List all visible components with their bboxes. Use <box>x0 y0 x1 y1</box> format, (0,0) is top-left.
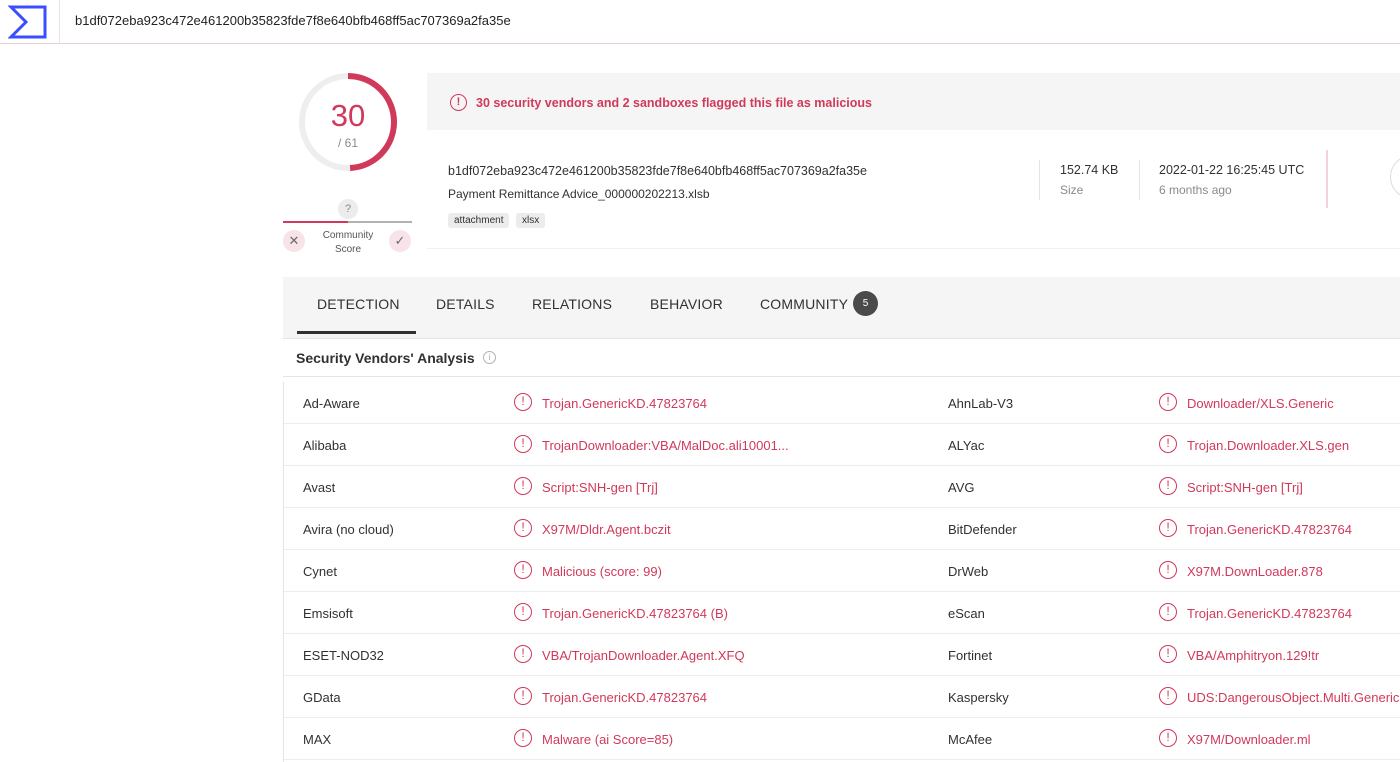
detection-result[interactable]: Trojan.GenericKD.47823764 (B) <box>542 606 728 621</box>
detection-result[interactable]: X97M.DownLoader.878 <box>1187 564 1323 579</box>
table-row: ESET-NOD32! VBA/TrojanDownloader.Agent.XF… <box>284 634 1400 676</box>
vendor-name: AhnLab-V3 <box>948 396 1014 411</box>
section-title: Security Vendors' Analysis <box>296 350 475 366</box>
vendor-name: Alibaba <box>303 438 347 453</box>
vendor-name: Ad-Aware <box>303 396 360 411</box>
table-divider <box>283 376 1400 377</box>
tag-attachment[interactable]: attachment <box>448 213 510 228</box>
alert-icon: ! <box>514 393 532 411</box>
community-score-value: ? <box>338 199 358 219</box>
detection-result[interactable]: Trojan.Downloader.XLS.gen <box>1187 438 1349 453</box>
analysis-date-relative: 6 months ago <box>1159 183 1232 197</box>
upvote-button[interactable]: ✓ <box>389 230 411 252</box>
tab-details[interactable]: DETAILS <box>436 296 495 312</box>
vendor-name: Avast <box>303 480 336 495</box>
table-row: Alibaba! TrojanDownloader:VBA/MalDoc.ali1… <box>284 424 1400 466</box>
detection-result[interactable]: VBA/TrojanDownloader.Agent.XFQ <box>542 648 745 663</box>
detection-result[interactable]: Script:SNH-gen [Trj] <box>542 480 658 495</box>
detection-total: / 61 <box>337 136 358 150</box>
analysis-date-value: 2022-01-22 16:25:45 UTC <box>1159 163 1305 177</box>
vendor-name: Fortinet <box>948 648 993 663</box>
tag-xlsx[interactable]: xlsx <box>516 213 546 228</box>
vendor-name: ALYac <box>948 438 985 453</box>
alert-icon: ! <box>450 94 467 111</box>
detection-count: 30 <box>330 98 366 133</box>
table-row: MAX! Malware (ai Score=85) McAfee! X97M/Dow… <box>284 718 1400 760</box>
detection-result[interactable]: TrojanDownloader:VBA/MalDoc.ali10001... <box>542 438 789 453</box>
file-hash[interactable]: b1df072eba923c472e461200b35823fde7f8e640… <box>448 164 867 178</box>
vendor-name: GData <box>303 690 341 705</box>
info-icon[interactable]: i <box>483 351 496 364</box>
alert-icon: ! <box>514 561 532 579</box>
vendor-name: Avira (no cloud) <box>303 522 394 537</box>
vendor-name: AVG <box>948 480 975 495</box>
detection-result[interactable]: Malicious (score: 99) <box>542 564 662 579</box>
vendor-name: Emsisoft <box>303 606 353 621</box>
downvote-button[interactable]: ✕ <box>283 230 305 252</box>
divider <box>1139 160 1140 200</box>
alert-icon: ! <box>1159 519 1177 537</box>
alert-icon: ! <box>1159 729 1177 747</box>
table-row: Ad-Aware! Trojan.GenericKD.47823764 AhnLab… <box>284 382 1400 424</box>
detection-result[interactable]: Downloader/XLS.Generic <box>1187 396 1334 411</box>
alert-icon: ! <box>514 687 532 705</box>
vendor-name: ESET-NOD32 <box>303 648 384 663</box>
tab-detection[interactable]: DETECTION <box>317 296 400 312</box>
vendor-name: MAX <box>303 732 332 747</box>
alert-icon: ! <box>1159 435 1177 453</box>
tab-behavior[interactable]: BEHAVIOR <box>650 296 723 312</box>
vendor-name: Cynet <box>303 564 337 579</box>
detection-result[interactable]: Trojan.GenericKD.47823764 <box>1187 522 1352 537</box>
table-row: Emsisoft! Trojan.GenericKD.47823764 (B) eS… <box>284 592 1400 634</box>
virustotal-logo[interactable] <box>0 0 60 44</box>
tab-community[interactable]: COMMUNITY <box>760 296 848 312</box>
detection-result[interactable]: Trojan.GenericKD.47823764 <box>542 396 707 411</box>
alert-icon: ! <box>514 603 532 621</box>
detection-result[interactable]: Script:SNH-gen [Trj] <box>1187 480 1303 495</box>
table-row: GData! Trojan.GenericKD.47823764 Kaspersky… <box>284 676 1400 718</box>
detection-result[interactable]: VBA/Amphitryon.129!tr <box>1187 648 1319 663</box>
vendor-name: eScan <box>948 606 985 621</box>
table-row: Avira (no cloud)! X97M/Dldr.Agent.bczit Bi… <box>284 508 1400 550</box>
community-count-badge: 5 <box>853 291 878 316</box>
divider <box>1326 150 1328 208</box>
alert-icon: ! <box>1159 603 1177 621</box>
detection-result[interactable]: Malware (ai Score=85) <box>542 732 673 747</box>
community-score-label: Community Score <box>322 230 374 255</box>
file-size-label: Size <box>1060 183 1084 197</box>
detection-result[interactable]: Trojan.GenericKD.47823764 <box>542 690 707 705</box>
vendor-name: DrWeb <box>948 564 989 579</box>
check-icon: ✓ <box>394 233 406 248</box>
community-score-bar <box>283 221 412 223</box>
vendor-name: BitDefender <box>948 522 1017 537</box>
search-input[interactable]: b1df072eba923c472e461200b35823fde7f8e640… <box>75 13 511 28</box>
alert-icon: ! <box>514 729 532 747</box>
x-icon: ✕ <box>288 233 300 248</box>
alert-icon: ! <box>1159 393 1177 411</box>
top-bar: b1df072eba923c472e461200b35823fde7f8e640… <box>0 0 1400 44</box>
file-name: Payment Remittance Advice_000000202213.x… <box>448 187 710 201</box>
table-row: Cynet! Malicious (score: 99) DrWeb! X97M.Do… <box>284 550 1400 592</box>
detection-result[interactable]: X97M/Dldr.Agent.bczit <box>542 522 671 537</box>
divider <box>1039 160 1040 200</box>
malicious-alert-text: 30 security vendors and 2 sandboxes flag… <box>476 96 872 110</box>
sigma-logo-icon <box>8 5 47 39</box>
alert-icon: ! <box>1159 645 1177 663</box>
file-size-value: 152.74 KB <box>1060 163 1119 177</box>
alert-icon: ! <box>514 645 532 663</box>
tab-active-indicator <box>297 331 416 334</box>
detection-result[interactable]: X97M/Downloader.ml <box>1187 732 1311 747</box>
alert-icon: ! <box>1159 687 1177 705</box>
detection-result[interactable]: Trojan.GenericKD.47823764 <box>1187 606 1352 621</box>
alert-icon: ! <box>1159 561 1177 579</box>
alert-icon: ! <box>514 435 532 453</box>
tab-relations[interactable]: RELATIONS <box>532 296 612 312</box>
alert-icon: ! <box>514 519 532 537</box>
vendor-name: McAfee <box>948 732 993 747</box>
alert-icon: ! <box>514 477 532 495</box>
table-row: Avast! Script:SNH-gen [Trj] AVG! Script:SNH… <box>284 466 1400 508</box>
detection-result[interactable]: UDS:DangerousObject.Multi.Generic <box>1187 690 1399 705</box>
vendor-name: Kaspersky <box>948 690 1009 705</box>
alert-icon: ! <box>1159 477 1177 495</box>
